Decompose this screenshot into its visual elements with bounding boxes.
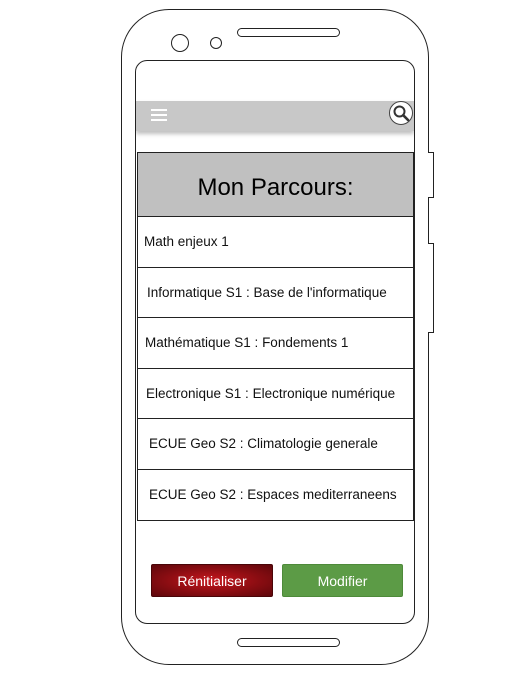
phone-screen: Mon Parcours: Math enjeux 1 Informatique…: [135, 60, 415, 624]
power-button: [428, 243, 434, 333]
home-button[interactable]: [237, 638, 340, 647]
panel-title: Mon Parcours:: [138, 153, 413, 217]
course-item[interactable]: ECUE Geo S2 : Espaces mediterraneens: [138, 470, 413, 521]
course-item[interactable]: Math enjeux 1: [138, 217, 413, 268]
edit-button[interactable]: Modifier: [282, 564, 403, 597]
search-icon[interactable]: [389, 101, 413, 125]
app-bar: [136, 101, 414, 131]
reset-button[interactable]: Rénitialiser: [151, 564, 273, 597]
front-camera: [171, 34, 189, 52]
volume-button: [428, 152, 434, 198]
course-panel: Mon Parcours: Math enjeux 1 Informatique…: [137, 152, 414, 521]
course-item[interactable]: Mathématique S1 : Fondements 1: [138, 318, 413, 369]
sensor: [210, 37, 222, 49]
stage: Mon Parcours: Math enjeux 1 Informatique…: [0, 0, 527, 677]
course-item[interactable]: ECUE Geo S2 : Climatologie generale: [138, 419, 413, 470]
course-item[interactable]: Informatique S1 : Base de l'informatique: [138, 268, 413, 318]
hamburger-icon[interactable]: [151, 109, 167, 121]
course-item[interactable]: Electronique S1 : Electronique numérique: [138, 369, 413, 419]
speaker-grille: [237, 28, 340, 37]
